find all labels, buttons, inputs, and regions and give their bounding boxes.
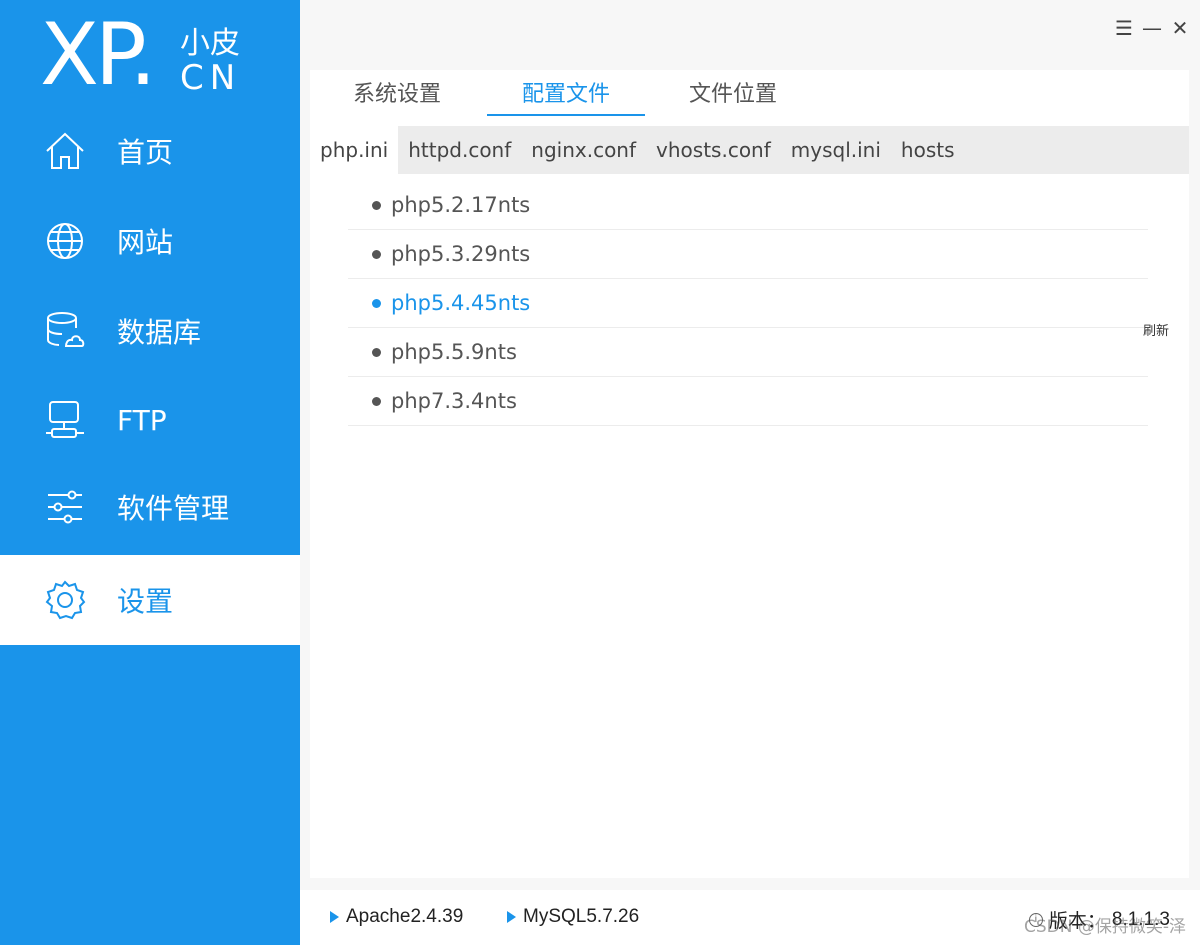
watermark: CSDN @保持微笑-泽 <box>1023 917 1186 937</box>
bullet-icon <box>372 396 381 406</box>
apache-label: Apache2.4.39 <box>346 906 464 927</box>
nav-item-settings[interactable]: 设置 <box>0 555 300 645</box>
version-label: php5.2.17nts <box>391 193 531 217</box>
play-icon <box>507 911 516 923</box>
nav-item-website[interactable]: 网站 <box>0 196 300 286</box>
gear-icon <box>45 580 86 620</box>
subtab-httpd-conf[interactable]: httpd.conf <box>398 126 521 174</box>
bullet-icon <box>372 347 381 357</box>
logo-cn-bottom: CN <box>180 58 242 98</box>
subtab-php-ini[interactable]: php.ini <box>310 126 399 174</box>
nav-label: 首页 <box>117 136 174 169</box>
list-item[interactable]: php5.2.17nts <box>348 181 1148 230</box>
nav-item-software[interactable]: 软件管理 <box>0 462 300 552</box>
globe-icon <box>47 223 83 259</box>
tab-system-settings[interactable]: 系统设置 <box>318 70 476 114</box>
list-item[interactable]: php7.3.4nts <box>348 377 1148 426</box>
tab-file-locations[interactable]: 文件位置 <box>654 70 812 114</box>
top-tabs: 系统设置 配置文件 文件位置 <box>310 70 1189 126</box>
home-icon <box>46 132 84 169</box>
nav-item-home[interactable]: 首页 <box>0 106 300 196</box>
subtab-vhosts-conf[interactable]: vhosts.conf <box>646 126 781 174</box>
nav-item-database[interactable]: 数据库 <box>0 286 300 376</box>
ftp-icon <box>46 401 84 438</box>
logo-cn-top: 小皮 <box>180 26 240 61</box>
nav-item-ftp[interactable]: FTP <box>0 375 300 465</box>
bullet-icon <box>372 249 381 259</box>
bullet-icon <box>372 200 381 210</box>
refresh-button[interactable]: 刷新 <box>1143 320 1169 339</box>
bullet-icon <box>372 298 381 308</box>
nav-label: 设置 <box>117 585 174 618</box>
config-subtabs: php.ini httpd.conf nginx.conf vhosts.con… <box>310 126 1189 174</box>
list-item[interactable]: php5.4.45nts <box>348 279 1148 328</box>
app-logo: XP. 小皮 CN <box>40 12 280 102</box>
list-item[interactable]: php5.3.29nts <box>348 230 1148 279</box>
version-label: php7.3.4nts <box>391 389 517 413</box>
menu-button[interactable]: ☰ <box>1114 16 1134 40</box>
nav-label: 网站 <box>117 226 174 259</box>
window-controls: ☰ — ✕ <box>1114 16 1190 40</box>
mysql-label: MySQL5.7.26 <box>523 906 640 927</box>
sidebar: XP. 小皮 CN 首页 网站 数据库 FTP 软件管理 设置 <box>0 0 300 945</box>
logo-main: XP. <box>40 5 157 105</box>
version-label: php5.5.9nts <box>391 340 517 364</box>
sliders-icon <box>48 490 82 524</box>
subtab-hosts[interactable]: hosts <box>891 126 965 174</box>
close-button[interactable]: ✕ <box>1170 16 1190 40</box>
php-version-list: php5.2.17nts php5.3.29nts php5.4.45nts p… <box>348 181 1148 426</box>
play-icon <box>330 911 339 923</box>
nav-label: 软件管理 <box>117 492 230 525</box>
subtab-mysql-ini[interactable]: mysql.ini <box>781 126 891 174</box>
nav-label: FTP <box>117 403 167 437</box>
nav-label: 数据库 <box>117 316 202 349</box>
version-label: php5.3.29nts <box>391 242 531 266</box>
settings-panel: 系统设置 配置文件 文件位置 php.ini httpd.conf nginx.… <box>310 70 1189 878</box>
mysql-status[interactable]: MySQL5.7.26 <box>507 906 639 928</box>
tab-config-files[interactable]: 配置文件 <box>487 70 645 116</box>
version-label: php5.4.45nts <box>391 291 531 315</box>
minimize-button[interactable]: — <box>1142 16 1162 40</box>
subtab-nginx-conf[interactable]: nginx.conf <box>521 126 646 174</box>
list-item[interactable]: php5.5.9nts <box>348 328 1148 377</box>
apache-status[interactable]: Apache2.4.39 <box>330 906 463 928</box>
database-icon <box>47 312 85 347</box>
